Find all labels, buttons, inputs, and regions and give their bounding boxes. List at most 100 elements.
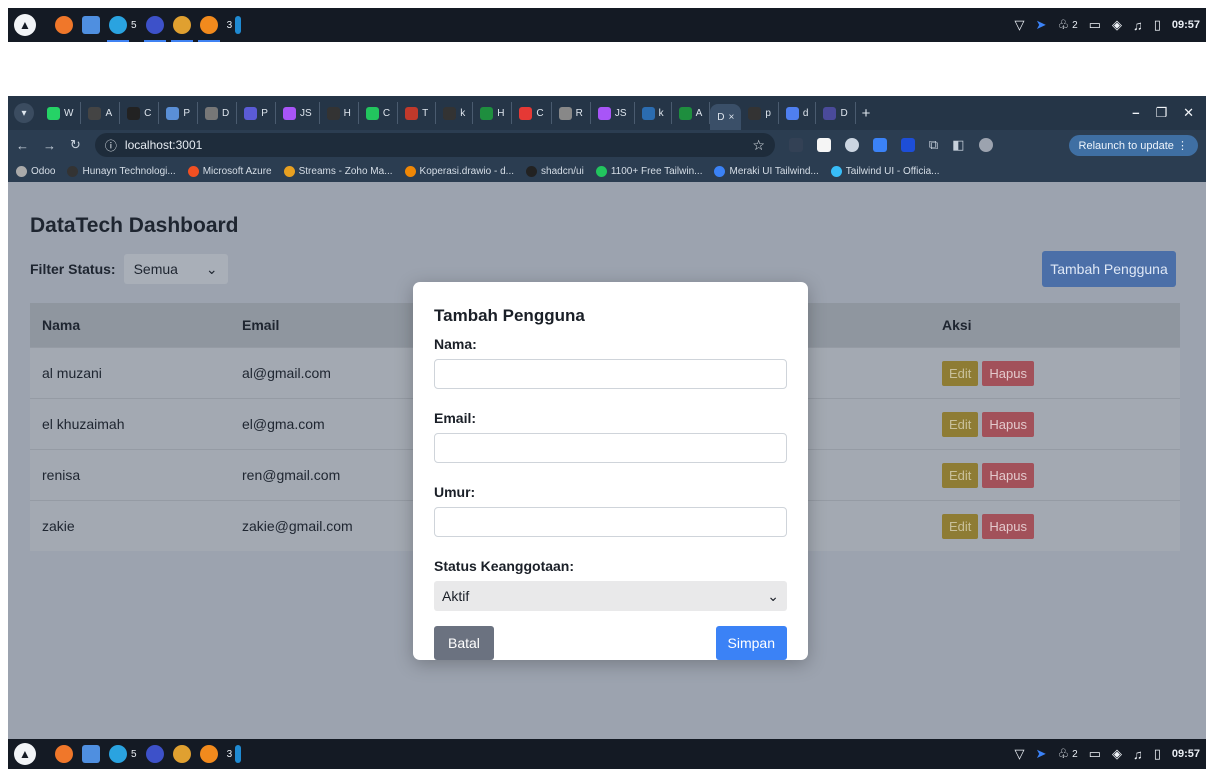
bookmark-item[interactable]: Tailwind UI - Officia... bbox=[830, 165, 940, 177]
pencil-app-icon[interactable] bbox=[199, 745, 218, 763]
browser-tab[interactable]: JS bbox=[276, 102, 320, 124]
battery-icon[interactable]: ▯ bbox=[1154, 746, 1161, 762]
browser-tab[interactable]: W bbox=[40, 102, 82, 124]
edit-button[interactable]: Edit bbox=[942, 462, 979, 488]
circle-app-icon[interactable] bbox=[143, 16, 166, 42]
bookmark-label: Koperasi.drawio - d... bbox=[419, 165, 515, 177]
browser-tab[interactable]: P bbox=[237, 102, 276, 124]
delete-button[interactable]: Hapus bbox=[982, 462, 1034, 488]
tab-search-icon[interactable]: ▾ bbox=[14, 103, 34, 123]
relaunch-button[interactable]: Relaunch to update ⋮ bbox=[1068, 134, 1198, 156]
notification-icon[interactable]: ♧ bbox=[1057, 746, 1069, 762]
clock[interactable]: 09:57 bbox=[1172, 748, 1200, 760]
bookmark-item[interactable]: Meraki UI Tailwind... bbox=[714, 165, 819, 177]
launcher-icon[interactable]: ▲ bbox=[14, 14, 36, 36]
extension-icon[interactable] bbox=[788, 138, 803, 152]
cancel-button[interactable]: Batal bbox=[434, 626, 494, 660]
avatar[interactable] bbox=[978, 138, 993, 152]
send-icon[interactable]: ➤ bbox=[1036, 746, 1047, 762]
back-icon[interactable]: ← bbox=[16, 138, 29, 153]
age-input[interactable] bbox=[434, 507, 787, 537]
vscode-icon[interactable] bbox=[235, 16, 242, 34]
clock[interactable]: 09:57 bbox=[1172, 19, 1200, 31]
maximize-icon[interactable]: ❐ bbox=[1155, 105, 1167, 121]
extension-icon[interactable] bbox=[844, 138, 859, 152]
sidepanel-icon[interactable]: ◧ bbox=[952, 137, 964, 153]
bookmark-item[interactable]: Koperasi.drawio - d... bbox=[404, 165, 515, 177]
browser-tab[interactable]: A bbox=[672, 102, 711, 124]
filter-select[interactable]: Semua ⌄ bbox=[123, 254, 228, 284]
bookmark-item[interactable]: Odoo bbox=[16, 165, 55, 177]
puzzle-icon[interactable]: ⧉ bbox=[929, 137, 938, 153]
chrome-icon[interactable] bbox=[172, 745, 191, 763]
browser-tab[interactable]: JS bbox=[591, 102, 635, 124]
firefox-icon[interactable] bbox=[55, 745, 73, 763]
delete-button[interactable]: Hapus bbox=[982, 513, 1034, 539]
extension-icon[interactable] bbox=[900, 138, 915, 152]
launcher-icon[interactable]: ▲ bbox=[14, 743, 36, 765]
edit-button[interactable]: Edit bbox=[942, 513, 979, 539]
notification-icon[interactable]: ♧ bbox=[1057, 17, 1069, 33]
music-icon[interactable]: ♫ bbox=[1133, 747, 1143, 762]
email-input[interactable] bbox=[434, 433, 787, 463]
browser-tab[interactable]: D bbox=[816, 102, 856, 124]
printer-icon[interactable]: ▭ bbox=[1089, 17, 1101, 33]
new-tab-button[interactable]: + bbox=[862, 105, 871, 122]
browser-tab[interactable]: C bbox=[512, 102, 552, 124]
music-icon[interactable]: ♫ bbox=[1133, 18, 1143, 33]
status-select[interactable]: Aktif ⌄ bbox=[434, 581, 787, 611]
extension-icon[interactable] bbox=[872, 138, 887, 152]
browser-tab[interactable]: d bbox=[779, 102, 817, 124]
bookmark-star-icon[interactable]: ☆ bbox=[752, 137, 765, 154]
circle-app-icon[interactable] bbox=[145, 745, 164, 763]
telegram-icon[interactable] bbox=[107, 16, 129, 42]
browser-tab[interactable]: A bbox=[81, 102, 121, 124]
pencil-app-icon[interactable] bbox=[197, 16, 220, 42]
minimize-icon[interactable]: – bbox=[1132, 105, 1139, 121]
browser-tab[interactable]: C bbox=[120, 102, 160, 124]
edit-button[interactable]: Edit bbox=[942, 411, 979, 437]
browser-tab[interactable]: R bbox=[552, 102, 591, 124]
browser-tab[interactable]: D bbox=[198, 102, 238, 124]
browser-tab[interactable]: p bbox=[741, 102, 779, 124]
bookmark-item[interactable]: Hunayn Technologi... bbox=[67, 165, 176, 177]
name-input[interactable] bbox=[434, 359, 787, 389]
vpn-icon[interactable]: ▽ bbox=[1015, 17, 1025, 33]
close-window-icon[interactable]: ✕ bbox=[1183, 105, 1194, 121]
firefox-icon[interactable] bbox=[55, 16, 73, 34]
save-button[interactable]: Simpan bbox=[715, 626, 787, 660]
browser-tab[interactable]: k bbox=[635, 102, 672, 124]
printer-icon[interactable]: ▭ bbox=[1089, 746, 1101, 762]
bookmark-item[interactable]: Streams - Zoho Ma... bbox=[283, 165, 393, 177]
browser-tab[interactable]: C bbox=[359, 102, 399, 124]
wifi-icon[interactable]: ◈ bbox=[1112, 746, 1122, 762]
delete-button[interactable]: Hapus bbox=[982, 360, 1034, 386]
forward-icon[interactable]: → bbox=[43, 138, 56, 153]
browser-tab[interactable]: P bbox=[159, 102, 199, 124]
chrome-icon[interactable] bbox=[170, 16, 193, 42]
bookmark-item[interactable]: 1100+ Free Tailwin... bbox=[595, 165, 702, 177]
address-bar[interactable]: ⓘ localhost:3001 ☆ bbox=[94, 133, 775, 157]
bookmark-item[interactable]: shadcn/ui bbox=[526, 165, 584, 177]
send-icon[interactable]: ➤ bbox=[1036, 17, 1047, 33]
bookmark-item[interactable]: Microsoft Azure bbox=[187, 165, 272, 177]
close-icon[interactable]: × bbox=[728, 112, 734, 123]
vpn-icon[interactable]: ▽ bbox=[1015, 746, 1025, 762]
extension-icon[interactable] bbox=[816, 138, 831, 152]
telegram-icon[interactable] bbox=[109, 745, 127, 763]
browser-tab[interactable]: H bbox=[473, 102, 513, 124]
files-icon[interactable] bbox=[82, 745, 100, 763]
vscode-icon[interactable] bbox=[235, 745, 242, 763]
files-icon[interactable] bbox=[82, 16, 100, 34]
edit-button[interactable]: Edit bbox=[942, 360, 979, 386]
battery-icon[interactable]: ▯ bbox=[1154, 17, 1161, 33]
tab-active[interactable]: D × bbox=[710, 104, 742, 130]
add-user-button[interactable]: Tambah Pengguna bbox=[1042, 251, 1176, 287]
browser-tab[interactable]: T bbox=[398, 102, 437, 124]
wifi-icon[interactable]: ◈ bbox=[1112, 17, 1122, 33]
browser-tab[interactable]: k bbox=[436, 102, 474, 124]
browser-tab[interactable]: H bbox=[320, 102, 359, 124]
site-info-icon[interactable]: ⓘ bbox=[105, 137, 117, 154]
reload-icon[interactable]: ↻ bbox=[70, 137, 81, 153]
delete-button[interactable]: Hapus bbox=[982, 411, 1034, 437]
